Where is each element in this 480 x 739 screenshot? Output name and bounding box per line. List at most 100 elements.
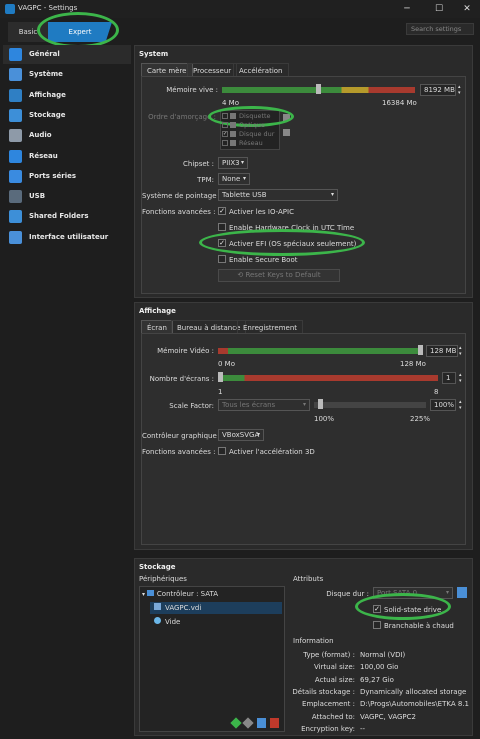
scale-factor-handle[interactable]: [318, 399, 323, 409]
add-controller-icon[interactable]: [230, 717, 242, 729]
monitors-stepper-icon[interactable]: ▴ ▾: [459, 372, 462, 384]
hotplug-label: Branchable à chaud: [384, 622, 454, 630]
tab-screen[interactable]: Écran: [141, 320, 173, 334]
scale-factor-spinbox[interactable]: 100%: [430, 399, 456, 411]
sidebar-item-label: Affichage: [29, 90, 66, 99]
monitors-spinbox[interactable]: 1: [442, 372, 456, 384]
sidebar-item-6[interactable]: Réseau: [3, 147, 131, 166]
memory-stepper-icon[interactable]: ▴ ▾: [458, 84, 464, 96]
sidebar-item-4[interactable]: Stockage: [3, 106, 131, 125]
memory-slider-handle[interactable]: [316, 84, 321, 94]
utc-checkbox[interactable]: [218, 223, 226, 231]
boot-item-checkbox[interactable]: [222, 113, 228, 119]
tab-motherboard[interactable]: Carte mère: [141, 63, 193, 77]
network-icon: [9, 149, 22, 163]
choose-disk-icon[interactable]: [457, 587, 467, 598]
pointing-device-select[interactable]: Tablette USB ▾: [218, 189, 338, 201]
boot-device-icon: [230, 113, 236, 119]
info-value: 69,27 Gio: [360, 675, 394, 684]
memory-spinbox[interactable]: 8192 MB: [420, 84, 456, 96]
app-icon: [5, 4, 15, 14]
scale-factor-label: Scale Factor:: [169, 402, 214, 410]
secure-boot-checkbox[interactable]: [218, 255, 226, 263]
video-memory-handle[interactable]: [418, 345, 423, 355]
tpm-value: None: [222, 175, 241, 183]
tab-remote-desktop[interactable]: Bureau à distance: [171, 320, 247, 334]
tree-controller[interactable]: ▾ Contrôleur : SATA: [142, 590, 282, 601]
tree-disk[interactable]: VAGPC.vdi: [150, 602, 282, 614]
user-interface-icon: [9, 230, 22, 244]
ioapic-checkbox[interactable]: ✓: [218, 207, 226, 215]
controller-label: Contrôleur : SATA: [156, 590, 218, 598]
sidebar-item-1[interactable]: Général: [3, 45, 131, 64]
scale-factor-stepper-icon[interactable]: ▴ ▾: [459, 399, 462, 411]
graphics-controller-select[interactable]: VBoxSVGA ▾: [218, 429, 264, 441]
sidebar-item-label: Audio: [29, 131, 52, 140]
monitors-slider[interactable]: [218, 372, 438, 384]
video-memory-stepper-icon[interactable]: ▴ ▾: [459, 345, 462, 357]
monitors-max: 8: [434, 388, 439, 396]
maximize-icon[interactable]: ☐: [424, 0, 454, 18]
add-attachment-icon[interactable]: [257, 718, 266, 728]
boot-item[interactable]: Optique: [222, 121, 280, 130]
chevron-down-icon: ▾: [330, 191, 334, 198]
sidebar-item-5[interactable]: Audio: [3, 126, 131, 145]
sidebar-item-label: Ports séries: [29, 171, 77, 180]
monitors-min: 1: [218, 388, 223, 396]
reset-keys-button[interactable]: ⟲ Reset Keys to Default: [218, 269, 340, 282]
storage-title: Stockage: [139, 563, 176, 571]
boot-item-checkbox[interactable]: [222, 140, 228, 146]
accel3d-checkbox[interactable]: [218, 447, 226, 455]
info-value: D:\Progs\Automobiles\ETKA 8.1 V...: [360, 700, 470, 709]
scale-factor-select[interactable]: Tous les écrans ▾: [218, 399, 310, 411]
video-memory-slider[interactable]: [218, 345, 423, 357]
chevron-down-icon: ▾: [445, 589, 449, 596]
tpm-select[interactable]: None ▾: [218, 173, 250, 185]
boot-item[interactable]: ✓ Disque dur: [222, 130, 280, 139]
sidebar-item-2[interactable]: Système: [3, 65, 131, 84]
memory-slider[interactable]: [222, 84, 415, 96]
sidebar-item-3[interactable]: Affichage: [3, 86, 131, 105]
controller-icon: [146, 590, 154, 596]
sidebar-item-10[interactable]: Interface utilisateur: [3, 228, 131, 247]
boot-item[interactable]: Disquette: [222, 112, 280, 121]
tree-optical[interactable]: Vide: [150, 616, 282, 628]
display-advanced-label: Fonctions avancées :: [142, 448, 216, 456]
chevron-down-icon: ▾: [240, 159, 244, 166]
sidebar-item-label: Shared Folders: [29, 212, 89, 221]
minimize-icon[interactable]: ─: [392, 0, 422, 18]
monitors-handle[interactable]: [218, 372, 223, 382]
serial-ports-icon: [9, 169, 22, 183]
chipset-value: PIIX3: [222, 159, 240, 167]
scale-factor-track: [314, 402, 426, 408]
secure-boot-label: Enable Secure Boot: [229, 256, 298, 264]
video-memory-value: 128 MB: [430, 347, 457, 355]
tab-acceleration[interactable]: Accélération: [233, 63, 289, 77]
info-value: 100,00 Gio: [360, 663, 399, 672]
highlight-ring-efi: [199, 229, 365, 256]
tab-processor[interactable]: Processeur: [187, 63, 238, 77]
search-input[interactable]: Search settings: [406, 23, 474, 35]
move-down-icon[interactable]: [283, 129, 290, 136]
video-memory-spinbox[interactable]: 128 MB: [426, 345, 458, 357]
tab-recording[interactable]: Enregistrement: [237, 320, 304, 334]
info-key: Détails stockage :: [292, 687, 355, 696]
optical-label: Vide: [165, 618, 181, 626]
remove-controller-icon[interactable]: [242, 717, 254, 729]
tab-acceleration-label: Accélération: [239, 67, 283, 75]
scale-factor-slider[interactable]: [314, 399, 426, 411]
close-icon[interactable]: ✕: [452, 0, 480, 18]
boot-item-checkbox[interactable]: [222, 122, 228, 128]
sidebar-item-7[interactable]: Ports séries: [3, 167, 131, 186]
hotplug-checkbox[interactable]: [373, 621, 381, 629]
monitors-value: 1: [446, 374, 451, 382]
accel3d-label: Activer l'accélération 3D: [229, 448, 315, 456]
storage-tree[interactable]: ▾ Contrôleur : SATA VAGPC.vdi Vide: [139, 586, 285, 732]
boot-item-checkbox[interactable]: ✓: [222, 131, 228, 137]
boot-item[interactable]: Réseau: [222, 139, 280, 148]
chipset-select[interactable]: PIIX3 ▾: [218, 157, 248, 169]
hard-disk-icon: [154, 603, 161, 610]
sidebar-item-8[interactable]: USB: [3, 187, 131, 206]
sidebar-item-9[interactable]: Shared Folders: [3, 207, 131, 226]
remove-attachment-icon[interactable]: [270, 718, 279, 728]
